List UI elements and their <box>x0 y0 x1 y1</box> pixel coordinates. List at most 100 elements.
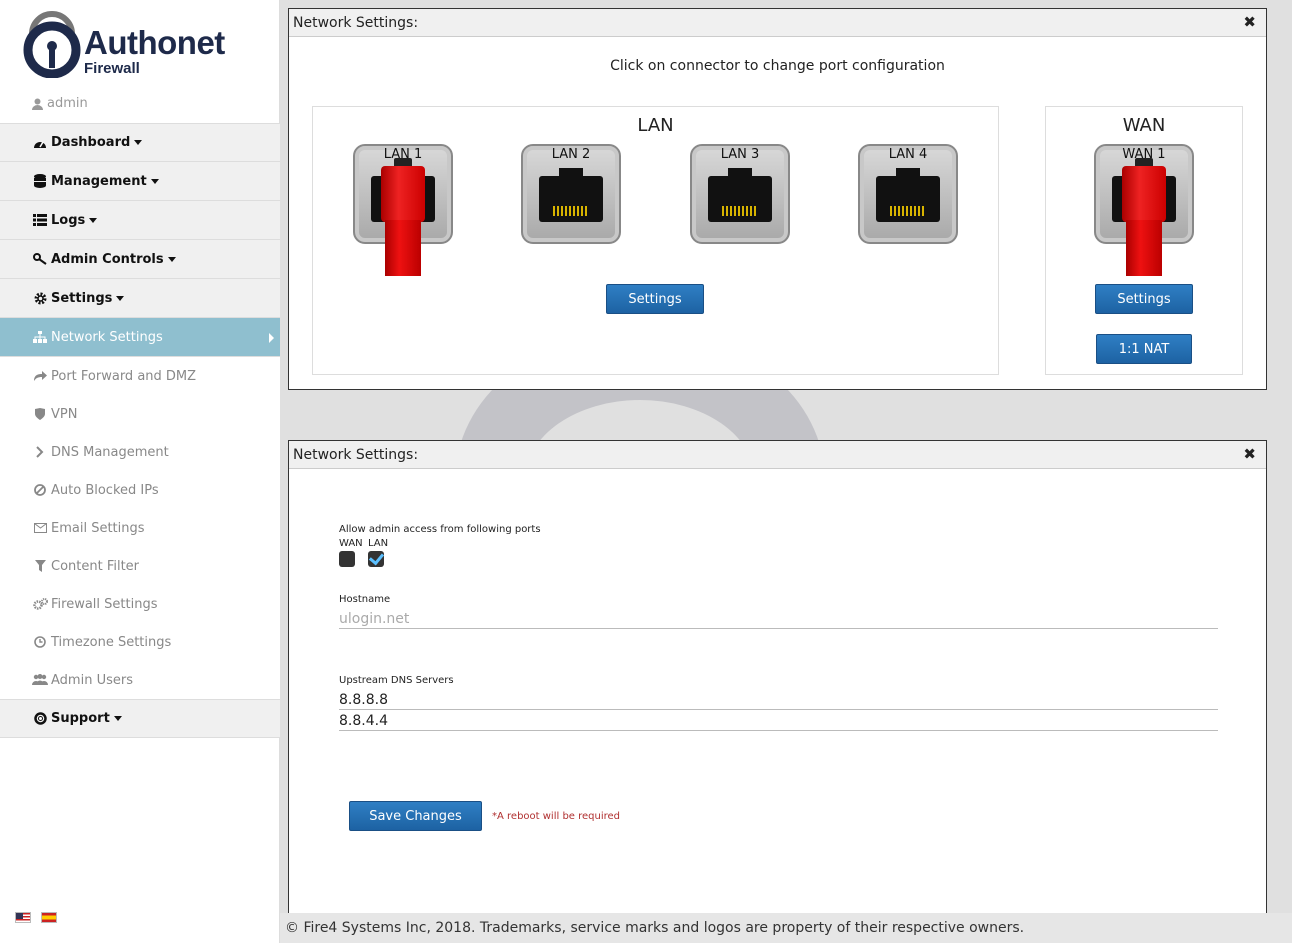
menu-admin-controls[interactable]: Admin Controls <box>0 240 280 279</box>
wan-port-1[interactable]: WAN 1 <box>1094 144 1194 276</box>
menu-content-filter[interactable]: Content Filter <box>0 547 280 585</box>
menu-content-filter-label: Content Filter <box>51 558 140 574</box>
chevron-down-icon <box>116 295 125 301</box>
menu-email[interactable]: Email Settings <box>0 509 280 547</box>
wan-checkbox-label: WAN <box>339 538 363 549</box>
cable-icon <box>1122 158 1166 276</box>
panel-header: Network Settings: ✖ <box>289 9 1266 37</box>
menu-firewall[interactable]: Firewall Settings <box>0 585 280 623</box>
us-flag-icon[interactable] <box>15 912 31 923</box>
port-label: LAN 4 <box>888 147 928 162</box>
menu-settings-label: Settings <box>51 290 113 306</box>
database-icon <box>32 174 48 188</box>
language-flags <box>15 912 57 923</box>
save-changes-button[interactable]: Save Changes <box>349 801 482 831</box>
lan-port-1[interactable]: LAN 1 <box>353 144 453 276</box>
chevron-down-icon <box>150 178 159 184</box>
menu-admin-controls-label: Admin Controls <box>51 251 164 267</box>
key-icon <box>32 252 48 266</box>
panel-title: Network Settings: <box>293 14 419 31</box>
menu-dashboard-label: Dashboard <box>51 135 131 150</box>
hostname-label: Hostname <box>339 594 391 605</box>
lan-port-4[interactable]: LAN 4 <box>858 144 958 244</box>
sidebar: Authonet Firewall admin Dashboard Manage… <box>0 0 280 943</box>
chevron-right-icon <box>32 445 48 459</box>
menu-management[interactable]: Management <box>0 162 280 201</box>
lan-title: LAN <box>637 115 674 136</box>
jack-icon <box>539 168 603 222</box>
network-settings-form-panel: Network Settings: ✖ Allow admin access f… <box>288 440 1267 920</box>
filter-icon <box>32 559 48 573</box>
menu-timezone-label: Timezone Settings <box>51 634 172 650</box>
ban-icon <box>32 483 48 497</box>
wan-settings-button[interactable]: Settings <box>1095 284 1193 314</box>
menu-dns-label: DNS Management <box>51 444 169 460</box>
dns-primary-input[interactable]: 8.8.8.8 <box>339 690 1218 710</box>
menu-support-label: Support <box>51 711 110 726</box>
authonet-logo: Authonet Firewall <box>22 8 262 80</box>
jack-icon <box>876 168 940 222</box>
menu-management-label: Management <box>51 173 147 189</box>
list-icon <box>32 213 48 227</box>
menu-network-settings[interactable]: Network Settings <box>0 318 280 357</box>
reboot-note: *A reboot will be required <box>492 811 621 822</box>
shield-icon <box>32 407 48 421</box>
hostname-input[interactable]: ulogin.net <box>339 609 1218 629</box>
menu-auto-blocked-label: Auto Blocked IPs <box>51 482 159 498</box>
footer: © Fire4 Systems Inc, 2018. Trademarks, s… <box>280 913 1292 943</box>
main-menu: Dashboard Management Logs Admin Controls… <box>0 123 280 738</box>
username: admin <box>47 96 88 111</box>
user-info[interactable]: admin <box>32 96 88 111</box>
dns-secondary-input[interactable]: 8.8.4.4 <box>339 711 1218 731</box>
user-icon <box>32 98 43 110</box>
close-icon[interactable]: ✖ <box>1243 445 1256 463</box>
users-icon <box>32 673 48 687</box>
menu-auto-blocked[interactable]: Auto Blocked IPs <box>0 471 280 509</box>
spain-flag-icon[interactable] <box>41 912 57 923</box>
lan-settings-button[interactable]: Settings <box>606 284 704 314</box>
wan-title: WAN <box>1122 115 1166 136</box>
menu-logs-label: Logs <box>51 212 86 228</box>
share-arrow-icon <box>32 369 48 383</box>
menu-port-forward-label: Port Forward and DMZ <box>51 368 197 384</box>
envelope-icon <box>32 521 48 535</box>
network-ports-panel: Network Settings: ✖ Click on connector t… <box>288 8 1267 390</box>
menu-admin-users[interactable]: Admin Users <box>0 661 280 699</box>
menu-port-forward[interactable]: Port Forward and DMZ <box>0 357 280 395</box>
menu-vpn[interactable]: VPN <box>0 395 280 433</box>
jack-icon <box>708 168 772 222</box>
lan-box: LAN LAN 1 LAN 2 LAN 3 LAN 4 Settings <box>312 106 999 375</box>
close-icon[interactable]: ✖ <box>1243 13 1256 31</box>
menu-vpn-label: VPN <box>51 406 78 422</box>
menu-firewall-label: Firewall Settings <box>51 596 158 612</box>
life-ring-icon <box>32 712 48 726</box>
lan-checkbox[interactable] <box>368 551 384 567</box>
padlock-logo-icon <box>23 11 81 78</box>
instruction-text: Click on connector to change port config… <box>610 58 945 74</box>
chevron-down-icon <box>134 140 143 145</box>
lan-port-3[interactable]: LAN 3 <box>690 144 790 244</box>
panel-header: Network Settings: ✖ <box>289 441 1266 469</box>
logo-subtitle: Firewall <box>84 60 140 77</box>
menu-support[interactable]: Support <box>0 699 280 738</box>
clock-icon <box>32 635 48 649</box>
sitemap-icon <box>32 330 48 344</box>
wan-box: WAN WAN 1 Settings 1:1 NAT <box>1045 106 1243 375</box>
lan-port-2[interactable]: LAN 2 <box>521 144 621 244</box>
cable-icon <box>381 158 425 276</box>
menu-logs[interactable]: Logs <box>0 201 280 240</box>
port-label: LAN 3 <box>720 147 760 162</box>
chevron-down-icon <box>113 716 122 721</box>
gears-icon <box>32 597 48 611</box>
menu-settings[interactable]: Settings <box>0 279 280 318</box>
chevron-right-icon <box>269 333 274 343</box>
nat-button[interactable]: 1:1 NAT <box>1096 334 1192 364</box>
menu-email-label: Email Settings <box>51 520 145 536</box>
menu-admin-users-label: Admin Users <box>51 672 133 688</box>
menu-dns[interactable]: DNS Management <box>0 433 280 471</box>
lan-checkbox-label: LAN <box>368 538 389 549</box>
menu-dashboard[interactable]: Dashboard <box>0 123 280 162</box>
wan-checkbox[interactable] <box>339 551 355 567</box>
menu-timezone[interactable]: Timezone Settings <box>0 623 280 661</box>
gear-icon <box>32 291 48 305</box>
